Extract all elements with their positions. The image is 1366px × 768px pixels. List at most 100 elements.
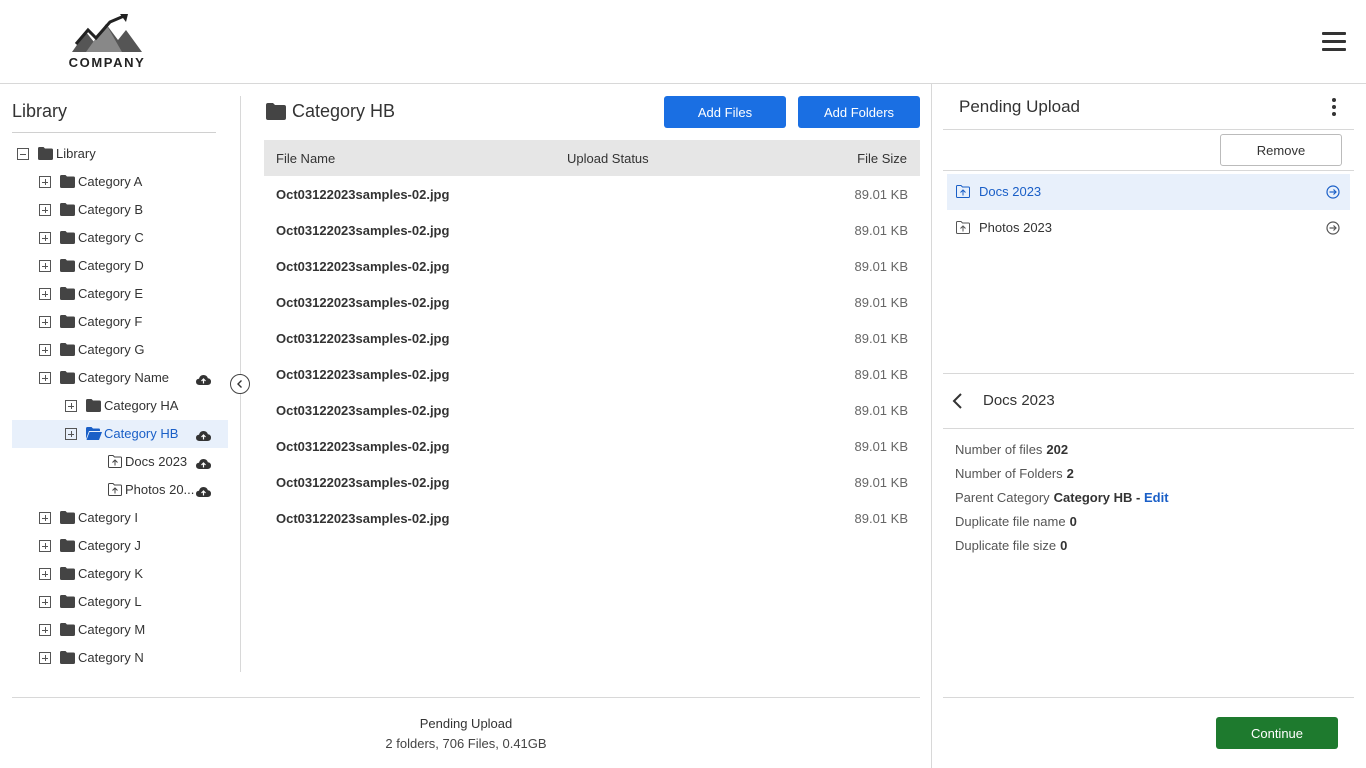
- arrow-right-circle-icon[interactable]: [1326, 185, 1340, 204]
- continue-button[interactable]: Continue: [1216, 717, 1338, 749]
- mountain-logo-icon: [72, 14, 142, 52]
- tree-item[interactable]: Docs 2023: [12, 448, 228, 476]
- table-row[interactable]: Oct03122023samples-02.jpg 89.01 KB: [264, 428, 920, 464]
- remove-button[interactable]: Remove: [1220, 134, 1342, 166]
- folder-icon: [60, 259, 75, 272]
- table-row[interactable]: Oct03122023samples-02.jpg 89.01 KB: [264, 464, 920, 500]
- pending-item[interactable]: Docs 2023: [947, 174, 1350, 210]
- tree-item[interactable]: Category F: [12, 308, 228, 336]
- pending-item[interactable]: Photos 2023: [947, 210, 1350, 246]
- tree-item-label: Photos 20...: [125, 482, 195, 497]
- tree-item[interactable]: Category HA: [12, 392, 228, 420]
- expand-toggle-icon[interactable]: [39, 204, 51, 216]
- tree-item[interactable]: Category Name: [12, 364, 228, 392]
- tree-item[interactable]: Category I: [12, 504, 228, 532]
- table-row[interactable]: Oct03122023samples-02.jpg 89.01 KB: [264, 356, 920, 392]
- expand-toggle-icon[interactable]: [39, 568, 51, 580]
- expand-toggle-icon[interactable]: [39, 176, 51, 188]
- add-files-button[interactable]: Add Files: [664, 96, 786, 128]
- tree-item[interactable]: Category B: [12, 196, 228, 224]
- pending-upload-summary: 2 folders, 706 Files, 0.41GB: [385, 736, 547, 751]
- file-name-cell: Oct03122023samples-02.jpg: [276, 331, 450, 346]
- file-name-cell: Oct03122023samples-02.jpg: [276, 259, 450, 274]
- file-table-header: File Name Upload Status File Size: [264, 140, 920, 176]
- expand-toggle-icon[interactable]: [39, 316, 51, 328]
- file-size-cell: 89.01 KB: [854, 259, 909, 274]
- tree-item-label: Docs 2023: [125, 454, 188, 469]
- table-row[interactable]: Oct03122023samples-02.jpg 89.01 KB: [264, 284, 920, 320]
- tree-item-label: Category B: [78, 202, 144, 217]
- expand-toggle-icon[interactable]: [39, 344, 51, 356]
- divider: [943, 170, 1354, 171]
- detail-number-of-files: Number of files 202: [955, 442, 1068, 457]
- detail-value: 2: [1066, 466, 1074, 481]
- folder-upload-icon: [956, 221, 970, 239]
- tree-item[interactable]: Category L: [12, 588, 228, 616]
- folder-icon: [60, 287, 75, 300]
- arrow-right-circle-icon[interactable]: [1326, 221, 1340, 240]
- expand-toggle-icon[interactable]: [39, 596, 51, 608]
- tree-item[interactable]: Category HB: [12, 420, 228, 448]
- folder-icon: [38, 147, 53, 160]
- table-row[interactable]: Oct03122023samples-02.jpg 89.01 KB: [264, 392, 920, 428]
- file-size-cell: 89.01 KB: [854, 187, 909, 202]
- back-button[interactable]: [951, 391, 967, 411]
- divider: [943, 428, 1354, 429]
- detail-label: Parent Category: [955, 490, 1050, 505]
- expand-toggle-icon[interactable]: [39, 288, 51, 300]
- divider: [943, 373, 1354, 374]
- open-folder-icon: [86, 427, 102, 440]
- tree-item[interactable]: Category C: [12, 224, 228, 252]
- file-name-cell: Oct03122023samples-02.jpg: [276, 223, 450, 238]
- expand-toggle-icon[interactable]: [39, 372, 51, 384]
- tree-item[interactable]: Category M: [12, 616, 228, 644]
- tree-item[interactable]: Category D: [12, 252, 228, 280]
- detail-label: Number of files: [955, 442, 1043, 457]
- collapse-panel-button[interactable]: [230, 374, 250, 394]
- tree-item[interactable]: Category J: [12, 532, 228, 560]
- expand-toggle-icon[interactable]: [39, 624, 51, 636]
- tree-item[interactable]: Category E: [12, 280, 228, 308]
- tree-item[interactable]: Photos 20...: [12, 476, 228, 504]
- folder-icon: [60, 203, 75, 216]
- tree-item-label: Category C: [78, 230, 144, 245]
- tree-item-label: Category G: [78, 342, 145, 357]
- tree-item-label: Category I: [78, 510, 138, 525]
- details-title: Docs 2023: [983, 392, 1055, 409]
- column-file-name[interactable]: File Name: [276, 151, 335, 166]
- kebab-menu-icon[interactable]: [1330, 98, 1338, 116]
- column-file-size[interactable]: File Size: [857, 151, 907, 166]
- table-row[interactable]: Oct03122023samples-02.jpg 89.01 KB: [264, 248, 920, 284]
- expand-toggle-icon[interactable]: [65, 428, 77, 440]
- table-row[interactable]: Oct03122023samples-02.jpg 89.01 KB: [264, 500, 920, 536]
- expand-toggle-icon[interactable]: [39, 512, 51, 524]
- tree-item[interactable]: Category A: [12, 168, 228, 196]
- folder-icon: [60, 567, 75, 580]
- table-row[interactable]: Oct03122023samples-02.jpg 89.01 KB: [264, 212, 920, 248]
- add-folders-button[interactable]: Add Folders: [798, 96, 920, 128]
- column-upload-status[interactable]: Upload Status: [567, 151, 649, 166]
- detail-value: 202: [1046, 442, 1069, 457]
- chevron-left-icon: [237, 380, 242, 388]
- tree-item[interactable]: Category K: [12, 560, 228, 588]
- table-row[interactable]: Oct03122023samples-02.jpg 89.01 KB: [264, 320, 920, 356]
- expand-toggle-icon[interactable]: [39, 260, 51, 272]
- hamburger-menu-icon[interactable]: [1322, 32, 1346, 52]
- expand-toggle-icon[interactable]: [65, 400, 77, 412]
- tree-item-label: Category A: [78, 174, 143, 189]
- collapse-toggle-icon[interactable]: [17, 148, 29, 160]
- tree-item[interactable]: Library: [12, 140, 228, 168]
- divider: [12, 697, 920, 698]
- expand-toggle-icon[interactable]: [39, 232, 51, 244]
- folder-icon: [60, 511, 75, 524]
- edit-parent-link[interactable]: Edit: [1144, 490, 1169, 505]
- pending-item-label: Docs 2023: [979, 184, 1042, 199]
- tree-item[interactable]: Category G: [12, 336, 228, 364]
- tree-item[interactable]: Category N: [12, 644, 228, 672]
- expand-toggle-icon[interactable]: [39, 540, 51, 552]
- panel-divider: [931, 84, 932, 768]
- company-logo[interactable]: COMPANY: [62, 14, 152, 70]
- expand-toggle-icon[interactable]: [39, 652, 51, 664]
- table-row[interactable]: Oct03122023samples-02.jpg 89.01 KB: [264, 176, 920, 212]
- cloud-upload-icon: [196, 484, 211, 497]
